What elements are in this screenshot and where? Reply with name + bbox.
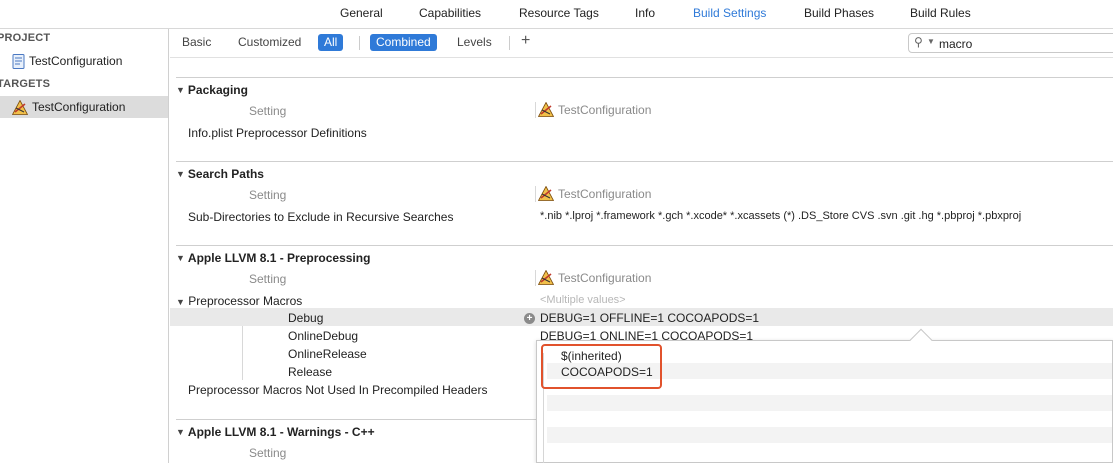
section-title: Apple LLVM 8.1 - Preprocessing <box>187 251 371 265</box>
sidebar-item-target[interactable]: TestConfiguration <box>0 96 168 118</box>
search-input-value[interactable]: macro <box>939 37 972 51</box>
project-header: PROJECT <box>0 32 51 44</box>
filter-customized-button[interactable]: Customized <box>232 34 307 51</box>
disclosure-triangle-icon: ▼ <box>176 297 185 307</box>
app-target-icon <box>538 186 554 201</box>
sidebar-item-label: TestConfiguration <box>32 100 126 114</box>
column-separator <box>535 270 536 286</box>
targets-header: TARGETS <box>0 78 51 90</box>
build-settings-filter-bar: Basic Customized All Combined Levels + ⚲… <box>170 29 1113 57</box>
section-divider <box>176 161 1113 162</box>
tab-build-phases[interactable]: Build Phases <box>804 6 874 20</box>
config-value[interactable]: DEBUG=1 OFFLINE=1 COCOAPODS=1 <box>540 311 759 325</box>
app-target-icon <box>538 102 554 117</box>
list-item[interactable] <box>547 427 1112 443</box>
column-separator <box>535 102 536 118</box>
list-item[interactable] <box>547 443 1112 459</box>
tab-build-rules[interactable]: Build Rules <box>910 6 971 20</box>
section-title: Apple LLVM 8.1 - Warnings - C++ <box>187 425 375 439</box>
tab-capabilities[interactable]: Capabilities <box>419 6 481 20</box>
disclosure-triangle-icon: ▼ <box>176 253 185 263</box>
multiple-values-placeholder: <Multiple values> <box>540 294 626 306</box>
filter-basic-button[interactable]: Basic <box>176 34 217 51</box>
add-setting-button[interactable]: + <box>521 32 530 50</box>
filter-divider <box>359 36 360 50</box>
list-item[interactable] <box>547 395 1112 411</box>
config-name: Debug <box>288 311 324 325</box>
setting-row-label[interactable]: Info.plist Preprocessor Definitions <box>188 126 367 140</box>
tab-build-settings[interactable]: Build Settings <box>693 6 766 20</box>
filter-all-button[interactable]: All <box>318 34 344 51</box>
tab-resource-tags[interactable]: Resource Tags <box>519 6 599 20</box>
setting-row-label[interactable]: Preprocessor Macros Not Used In Precompi… <box>188 383 487 397</box>
highlight-annotation-box <box>541 344 662 389</box>
target-name: TestConfiguration <box>558 270 652 285</box>
target-column-header: TestConfiguration <box>538 270 651 285</box>
section-warnings-cpp-header[interactable]: ▼ Apple LLVM 8.1 - Warnings - C++ <box>176 425 375 439</box>
preprocessor-macros-row[interactable]: ▼ Preprocessor Macros <box>176 294 302 308</box>
xcode-build-settings-window: General Capabilities Resource Tags Info … <box>0 0 1113 463</box>
sidebar-item-project[interactable]: TestConfiguration <box>0 50 168 72</box>
setting-row-label: Preprocessor Macros <box>188 294 303 308</box>
target-name: TestConfiguration <box>558 102 652 117</box>
section-divider <box>176 245 1113 246</box>
search-field[interactable]: ⚲ ▼ macro <box>908 33 1113 53</box>
add-value-icon[interactable]: + <box>524 313 535 324</box>
section-divider <box>176 77 1113 78</box>
view-levels-button[interactable]: Levels <box>451 34 498 51</box>
column-separator <box>535 186 536 202</box>
chevron-down-icon: ▼ <box>927 37 935 46</box>
section-search-paths-header[interactable]: ▼ Search Paths <box>176 167 264 181</box>
list-item[interactable] <box>547 411 1112 427</box>
section-title: Packaging <box>187 83 248 97</box>
config-name[interactable]: OnlineRelease <box>288 347 367 361</box>
setting-column-header: Setting <box>249 188 287 202</box>
setting-column-header: Setting <box>249 104 287 118</box>
target-name: TestConfiguration <box>558 186 652 201</box>
config-name[interactable]: OnlineDebug <box>288 329 358 343</box>
app-target-icon <box>538 270 554 285</box>
section-packaging-header[interactable]: ▼ Packaging <box>176 83 248 97</box>
search-icon: ⚲ <box>914 35 923 49</box>
disclosure-triangle-icon: ▼ <box>176 169 185 179</box>
setting-row-label[interactable]: Sub-Directories to Exclude in Recursive … <box>188 210 453 224</box>
tab-info[interactable]: Info <box>635 6 655 20</box>
editor-tab-bar: General Capabilities Resource Tags Info … <box>0 0 1113 28</box>
project-navigator-sidebar: PROJECT TestConfiguration TARGETS TestCo… <box>0 29 169 463</box>
section-preprocessing-header[interactable]: ▼ Apple LLVM 8.1 - Preprocessing <box>176 251 370 265</box>
setting-column-header: Setting <box>249 446 287 460</box>
filter-divider <box>509 36 510 50</box>
sidebar-item-label: TestConfiguration <box>29 54 123 68</box>
target-column-header: TestConfiguration <box>538 102 651 117</box>
app-target-icon <box>12 99 28 115</box>
tab-general[interactable]: General <box>340 6 383 20</box>
view-combined-button[interactable]: Combined <box>370 34 437 51</box>
target-column-header: TestConfiguration <box>538 186 651 201</box>
setting-row-value[interactable]: *.nib *.lproj *.framework *.gch *.xcode*… <box>540 210 1021 222</box>
project-file-icon <box>12 53 25 69</box>
config-name[interactable]: Release <box>288 365 332 379</box>
section-title: Search Paths <box>187 167 264 181</box>
disclosure-triangle-icon: ▼ <box>176 85 185 95</box>
disclosure-triangle-icon: ▼ <box>176 427 185 437</box>
setting-column-header: Setting <box>249 272 287 286</box>
